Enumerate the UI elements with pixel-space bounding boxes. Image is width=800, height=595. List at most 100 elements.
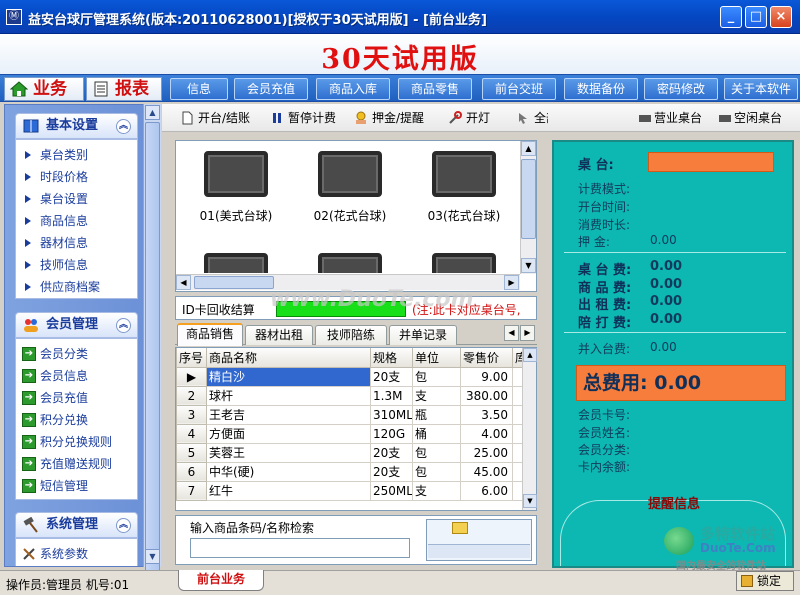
cell-name[interactable]: 芙蓉王 — [206, 442, 371, 463]
tab-business[interactable]: 业务 — [4, 77, 84, 101]
cell-stock[interactable] — [512, 461, 523, 482]
sidebar-item-system-params[interactable]: 系统参数 — [22, 543, 88, 565]
cell-spec[interactable]: 120G — [370, 423, 413, 444]
mini-scrollbar[interactable] — [428, 544, 530, 558]
cell-price[interactable]: 9.00 — [460, 366, 513, 387]
cell-price[interactable]: 25.00 — [460, 442, 513, 463]
nav-shift-handover-button[interactable]: 前台交班 — [482, 78, 556, 100]
cell-price[interactable]: 380.00 — [460, 385, 513, 406]
scroll-down-icon[interactable]: ▼ — [523, 494, 537, 508]
sidebar-item-equipment-info[interactable]: 器材信息 — [22, 232, 88, 254]
scroll-right-icon[interactable]: ▶ — [504, 275, 519, 290]
scroll-thumb[interactable] — [521, 159, 536, 239]
tab-equipment-rental[interactable]: 器材出租 — [245, 325, 313, 345]
group-header-basic-settings[interactable]: 基本设置 ︽ — [15, 113, 138, 139]
cell-stock[interactable] — [512, 442, 523, 463]
cell-stock[interactable] — [512, 404, 523, 425]
cell-name[interactable]: 中华(硬) — [206, 461, 371, 482]
tab-left-icon[interactable]: ◀ — [504, 325, 519, 341]
cell-unit[interactable]: 包 — [412, 366, 461, 387]
sidebar-item-time-price[interactable]: 时段价格 — [22, 166, 88, 188]
cell-name[interactable]: 精白沙 — [206, 366, 371, 387]
tab-merged-records[interactable]: 并单记录 — [389, 325, 457, 345]
table-row[interactable]: ▶ 精白沙 20支 包 9.00 — [176, 366, 523, 387]
cell-stock[interactable] — [512, 385, 523, 406]
sidebar-item-points-redeem[interactable]: ➔ 积分兑换 — [22, 409, 88, 431]
collapse-icon[interactable]: ︽ — [116, 119, 131, 134]
tab-report[interactable]: 报表 — [86, 77, 162, 101]
nav-stock-in-button[interactable]: 商品入库 — [316, 78, 390, 100]
cell-spec[interactable]: 1.3M — [370, 385, 413, 406]
cell-no[interactable]: 6 — [176, 461, 207, 482]
billiard-table-row2[interactable] — [300, 249, 400, 273]
light-on-button[interactable]: 开灯 — [446, 109, 490, 127]
tab-right-icon[interactable]: ▶ — [520, 325, 535, 341]
cell-unit[interactable]: 支 — [412, 480, 461, 501]
billiard-table-03[interactable]: 03(花式台球) — [414, 147, 514, 223]
lock-button[interactable]: 锁定 — [736, 571, 794, 591]
collapse-icon[interactable]: ︽ — [116, 318, 131, 333]
scroll-thumb[interactable] — [194, 276, 274, 289]
table-row[interactable]: 4 方便面 120G 桶 4.00 — [176, 423, 523, 444]
collapse-icon[interactable]: ︽ — [116, 518, 131, 533]
table-row[interactable]: 3 王老吉 310ML 瓶 3.50 — [176, 404, 523, 425]
show-all-button[interactable]: 全部显示 — [514, 109, 548, 127]
cell-no[interactable]: 3 — [176, 404, 207, 425]
billiard-table-row2[interactable] — [186, 249, 286, 273]
sidebar-item-technician-info[interactable]: 技师信息 — [22, 254, 88, 276]
cell-unit[interactable]: 支 — [412, 385, 461, 406]
cell-price[interactable]: 3.50 — [460, 404, 513, 425]
tables-vertical-scrollbar[interactable]: ▲ ▼ — [520, 141, 536, 274]
scroll-up-icon[interactable]: ▲ — [523, 348, 537, 362]
search-input[interactable] — [190, 538, 410, 558]
cell-unit[interactable]: 包 — [412, 442, 461, 463]
sidebar-item-product-info[interactable]: 商品信息 — [22, 210, 88, 232]
cell-spec[interactable]: 20支 — [370, 366, 413, 387]
col-header-spec[interactable]: 规格 — [370, 348, 413, 368]
col-header-no[interactable]: 序号 — [176, 348, 207, 368]
col-header-unit[interactable]: 单位 — [412, 348, 461, 368]
nav-info-button[interactable]: 信息 — [170, 78, 228, 100]
cell-name[interactable]: 球杆 — [206, 385, 371, 406]
cell-price[interactable]: 4.00 — [460, 423, 513, 444]
cell-spec[interactable]: 20支 — [370, 461, 413, 482]
nav-backup-button[interactable]: 数据备份 — [564, 78, 638, 100]
idle-tables-button[interactable]: 空闲桌台 — [716, 109, 782, 127]
cell-name[interactable]: 方便面 — [206, 423, 371, 444]
cell-stock[interactable] — [512, 423, 523, 444]
sidebar-item-table-setup[interactable]: 桌台设置 — [22, 188, 88, 210]
nav-retail-button[interactable]: 商品零售 — [398, 78, 472, 100]
cell-stock[interactable] — [512, 366, 523, 387]
scroll-up-icon[interactable]: ▲ — [145, 105, 160, 120]
tab-product-sales[interactable]: 商品销售 — [177, 323, 243, 346]
scroll-down-icon[interactable]: ▼ — [521, 258, 536, 273]
open-checkout-button[interactable]: 开台/结账 — [178, 109, 250, 127]
pause-billing-button[interactable]: 暂停计费 — [268, 109, 336, 127]
sidebar-item-sms-management[interactable]: ➔ 短信管理 — [22, 475, 88, 497]
nav-password-button[interactable]: 密码修改 — [644, 78, 718, 100]
cell-no[interactable]: 4 — [176, 423, 207, 444]
minimize-button[interactable]: _ — [720, 6, 742, 28]
tab-technician-training[interactable]: 技师陪练 — [315, 325, 387, 345]
table-row[interactable]: 6 中华(硬) 20支 包 45.00 — [176, 461, 523, 482]
sidebar-item-points-rules[interactable]: ➔ 积分兑换规则 — [22, 431, 112, 453]
cell-spec[interactable]: 20支 — [370, 442, 413, 463]
cell-price[interactable]: 45.00 — [460, 461, 513, 482]
maximize-button[interactable]: □ — [745, 6, 767, 28]
cell-price[interactable]: 6.00 — [460, 480, 513, 501]
sidebar-item-supplier[interactable]: 供应商档案 — [22, 276, 100, 298]
cell-name[interactable]: 红牛 — [206, 480, 371, 501]
deposit-reminder-button[interactable]: 押金/提醒 — [352, 109, 424, 127]
status-tab-front-desk[interactable]: 前台业务 — [178, 570, 264, 591]
busy-tables-button[interactable]: 营业桌台 — [636, 109, 702, 127]
col-header-price[interactable]: 零售价 — [460, 348, 513, 368]
scroll-down-icon[interactable]: ▼ — [145, 549, 160, 564]
table-row[interactable]: 5 芙蓉王 20支 包 25.00 — [176, 442, 523, 463]
cell-no[interactable]: 5 — [176, 442, 207, 463]
cell-spec[interactable]: 310ML — [370, 404, 413, 425]
cell-unit[interactable]: 桶 — [412, 423, 461, 444]
group-header-member-management[interactable]: 会员管理 ︽ — [15, 312, 138, 338]
cell-stock[interactable] — [512, 480, 523, 501]
grid-vertical-scrollbar[interactable]: ▲ ▼ — [522, 348, 537, 510]
col-header-name[interactable]: 商品名称 — [206, 348, 371, 368]
